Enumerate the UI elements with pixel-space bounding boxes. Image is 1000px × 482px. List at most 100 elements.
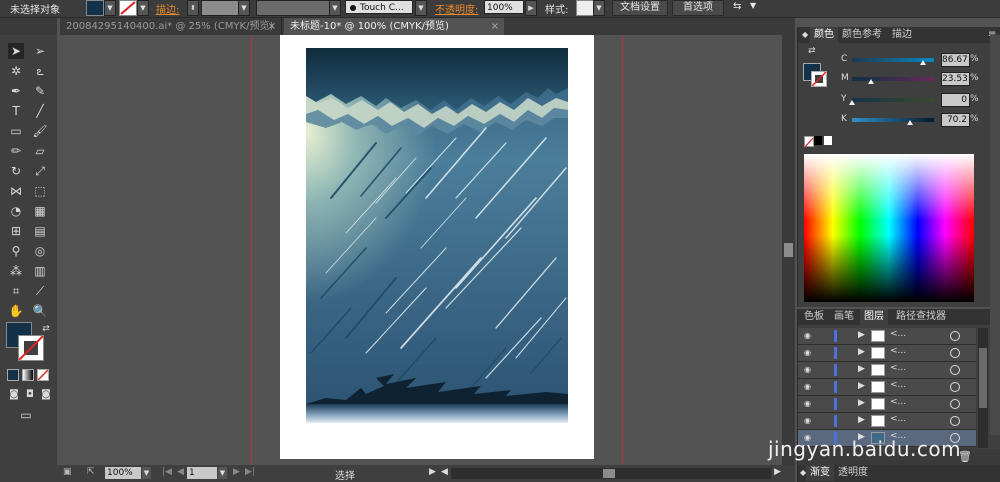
rotate-tool-icon[interactable]: ↻ <box>8 163 24 179</box>
layer-row[interactable]: ◉ ▶ <... <box>798 413 976 430</box>
c-value-field[interactable]: 86.67 <box>941 53 970 67</box>
fill-dropdown[interactable]: ▼ <box>104 0 116 16</box>
m-value-field[interactable]: 23.53 <box>941 72 970 86</box>
chevron-down-icon[interactable]: ▼ <box>750 1 756 10</box>
curvature-tool-icon[interactable]: ✎ <box>32 83 48 99</box>
tab-color-guide[interactable]: 颜色参考 <box>838 27 886 43</box>
gradient-mode-icon[interactable] <box>22 369 34 381</box>
scrollbar-thumb[interactable] <box>603 469 615 478</box>
color-spectrum[interactable] <box>804 154 974 302</box>
symbol-sprayer-tool-icon[interactable]: ⁂ <box>8 263 24 279</box>
k-slider-track[interactable] <box>852 118 934 122</box>
column-graph-tool-icon[interactable]: ▥ <box>32 263 48 279</box>
collapse-icon[interactable]: ◆ <box>802 30 808 39</box>
next-artboard-icon[interactable]: ▶ <box>233 467 240 477</box>
zoom-field[interactable]: 100% <box>105 467 141 479</box>
variable-width-dropdown[interactable]: ▼ <box>329 0 341 16</box>
opacity-label[interactable]: 不透明度: <box>435 1 478 16</box>
opacity-dropdown[interactable]: ▶ <box>525 0 537 16</box>
tab-swatches[interactable]: 色板 <box>800 309 828 325</box>
stroke-dropdown[interactable]: ▼ <box>137 0 149 16</box>
last-artboard-icon[interactable]: ▶| <box>245 467 255 477</box>
target-circle-icon[interactable] <box>950 416 960 426</box>
none-mode-icon[interactable] <box>37 369 49 381</box>
layers-scrollbar[interactable] <box>978 328 988 448</box>
visibility-eye-icon[interactable]: ◉ <box>804 416 813 425</box>
share-icon[interactable]: ⇱ <box>87 467 95 477</box>
expand-triangle-icon[interactable]: ▶ <box>858 347 865 357</box>
close-icon[interactable]: × <box>491 18 499 35</box>
gradient-tool-icon[interactable]: ▤ <box>32 223 48 239</box>
expand-triangle-icon[interactable]: ▶ <box>858 398 865 408</box>
shape-builder-tool-icon[interactable]: ◔ <box>8 203 24 219</box>
slice-tool-icon[interactable]: ⟋ <box>32 283 48 299</box>
tab-document-2[interactable]: 未标题-10* @ 100% (CMYK/预览) × <box>284 18 504 35</box>
layer-row[interactable]: ◉ ▶ <... <box>798 379 976 396</box>
draw-inside-icon[interactable]: ◘ <box>22 387 38 403</box>
tab-transparency[interactable]: 透明度 <box>834 465 872 481</box>
k-value-field[interactable]: 70.2 <box>941 113 970 127</box>
rain-illustration[interactable] <box>306 48 568 423</box>
tab-layers[interactable]: 图层 <box>860 309 888 325</box>
layer-name[interactable]: <... <box>890 346 906 356</box>
tab-pathfinder[interactable]: 路径查找器 <box>892 309 950 325</box>
scale-tool-icon[interactable]: ⤢ <box>32 163 48 179</box>
direct-selection-tool-icon[interactable]: ➢ <box>32 43 48 59</box>
selection-tool-icon[interactable]: ➤ <box>8 43 24 59</box>
prev-artboard-icon[interactable]: ◀ <box>177 467 184 477</box>
mesh-tool-icon[interactable]: ⊞ <box>8 223 24 239</box>
artboard[interactable] <box>280 35 594 459</box>
stroke-swatch[interactable] <box>119 0 137 16</box>
stroke-weight-field[interactable] <box>201 0 239 16</box>
expand-triangle-icon[interactable]: ▶ <box>858 415 865 425</box>
layer-name[interactable]: <... <box>890 363 906 373</box>
layer-name[interactable]: <... <box>890 329 906 339</box>
layer-name[interactable]: <... <box>890 380 906 390</box>
line-tool-icon[interactable]: ╱ <box>32 103 48 119</box>
color-mode-icon[interactable] <box>7 369 19 381</box>
artboard-number-field[interactable]: 1 <box>187 467 217 479</box>
document-setup-button[interactable]: 文档设置 <box>612 0 668 16</box>
layer-name[interactable]: <... <box>890 397 906 407</box>
doc-info-icon[interactable]: ▣ <box>63 467 72 477</box>
tab-brushes[interactable]: 画笔 <box>830 309 858 325</box>
target-circle-icon[interactable] <box>950 382 960 392</box>
target-circle-icon[interactable] <box>950 331 960 341</box>
y-value-field[interactable]: 0 <box>941 93 970 107</box>
visibility-eye-icon[interactable]: ◉ <box>804 382 813 391</box>
swap-fill-stroke-icon[interactable]: ⇄ <box>808 46 816 56</box>
expand-triangle-icon[interactable]: ▶ <box>858 364 865 374</box>
horizontal-scrollbar[interactable] <box>451 468 771 479</box>
stroke-color-swatch[interactable] <box>18 335 44 361</box>
expand-triangle-icon[interactable]: ▶ <box>858 381 865 391</box>
fill-swatch[interactable] <box>86 0 104 16</box>
lasso-tool-icon[interactable]: ఽ <box>32 63 48 79</box>
visibility-eye-icon[interactable]: ◉ <box>804 331 813 340</box>
y-slider-knob[interactable] <box>849 100 855 105</box>
layer-row[interactable]: ◉ ▶ <... <box>798 345 976 362</box>
draw-behind-icon[interactable]: ◙ <box>38 387 54 403</box>
draw-mode-icon[interactable]: ◙ <box>6 387 22 403</box>
artboard-tool-icon[interactable]: ⌗ <box>8 283 24 299</box>
layer-row[interactable]: ◉ ▶ <... <box>798 396 976 413</box>
arrange-icon[interactable]: ⇆ <box>733 1 741 12</box>
screen-mode-icon[interactable]: ▭ <box>18 407 34 423</box>
layer-row[interactable]: ◉ ▶ <... <box>798 328 976 345</box>
variable-width-field[interactable] <box>256 0 330 16</box>
stroke-weight-stepper[interactable]: ⬍ <box>187 0 199 16</box>
target-circle-icon[interactable] <box>950 399 960 409</box>
k-slider-knob[interactable] <box>906 120 913 125</box>
pencil-tool-icon[interactable]: ✏ <box>8 143 24 159</box>
black-swatch[interactable] <box>814 136 822 145</box>
style-dropdown[interactable]: ▼ <box>593 0 605 16</box>
magic-wand-tool-icon[interactable]: ✲ <box>8 63 24 79</box>
none-swatch[interactable] <box>804 136 814 148</box>
preferences-button[interactable]: 首选项 <box>672 0 724 16</box>
hand-tool-icon[interactable]: ✋ <box>8 303 24 319</box>
zoom-tool-icon[interactable]: 🔍 <box>32 303 48 319</box>
artboard-dropdown[interactable]: ▼ <box>218 467 227 479</box>
white-swatch[interactable] <box>824 136 832 145</box>
width-tool-icon[interactable]: ⋈ <box>8 183 24 199</box>
stroke-weight-dropdown[interactable]: ▼ <box>238 0 250 16</box>
pen-tool-icon[interactable]: ✒ <box>8 83 24 99</box>
